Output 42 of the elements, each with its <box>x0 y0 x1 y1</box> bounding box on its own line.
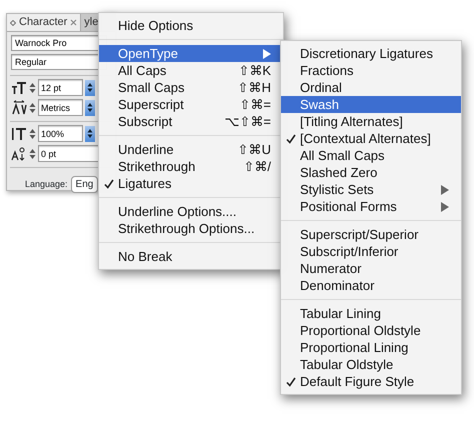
shortcut-text: ⇧⌘= <box>239 96 271 113</box>
shortcut-text: ⇧⌘H <box>238 79 271 96</box>
menu-item[interactable]: Strikethrough Options... <box>99 220 283 237</box>
menu-item[interactable]: Tabular Lining <box>281 305 461 322</box>
menu-item[interactable]: Fractions <box>281 62 461 79</box>
menu-item[interactable]: Subscript ⌥⇧⌘= <box>99 113 283 130</box>
menu-item[interactable]: Discretionary Ligatures <box>281 45 461 62</box>
menu-item[interactable]: Proportional Oldstyle <box>281 322 461 339</box>
menu-item[interactable]: [Titling Alternates] <box>281 113 461 130</box>
spin-field[interactable]: 100% <box>38 125 83 142</box>
shortcut-text: ⇧⌘/ <box>243 158 271 175</box>
menu-item[interactable]: Subscript/Inferior <box>281 243 461 260</box>
menu-item[interactable]: Stylistic Sets <box>281 181 461 198</box>
shortcut-text: ⌥⇧⌘= <box>224 113 271 130</box>
menu-item[interactable]: All Small Caps <box>281 147 461 164</box>
menu-item[interactable]: Superscript ⇧⌘= <box>99 96 283 113</box>
menu-item[interactable]: OpenType <box>99 45 283 62</box>
spin-field[interactable]: Metrics <box>38 99 83 116</box>
shortcut-text: ⇧⌘U <box>238 141 271 158</box>
menu-item[interactable]: [Contextual Alternates] <box>281 130 461 147</box>
menu-item[interactable]: Strikethrough ⇧⌘/ <box>99 158 283 175</box>
menu-item[interactable]: Positional Forms <box>281 198 461 215</box>
spin-field[interactable]: 12 pt <box>38 79 83 96</box>
language-dropdown[interactable]: Eng <box>70 176 98 193</box>
language-label: Language: <box>25 178 68 191</box>
shortcut-text: ⇧⌘K <box>238 62 271 79</box>
spin-field[interactable]: 0 pt <box>38 145 100 162</box>
menu-item[interactable]: Tabular Oldstyle <box>281 356 461 373</box>
menu-item[interactable]: Denominator <box>281 277 461 294</box>
menu-item[interactable]: Default Figure Style <box>281 373 461 390</box>
menu-item[interactable]: Ordinal <box>281 79 461 96</box>
menu-item[interactable]: Small Caps ⇧⌘H <box>99 79 283 96</box>
menu-item[interactable]: Superscript/Superior <box>281 226 461 243</box>
menu-item[interactable]: Numerator <box>281 260 461 277</box>
menu-item[interactable]: Underline Options.... <box>99 203 283 220</box>
menu-item[interactable]: Underline ⇧⌘U <box>99 141 283 158</box>
menu-item[interactable]: Swash <box>281 96 461 113</box>
menu-item[interactable]: Slashed Zero <box>281 164 461 181</box>
menu-item[interactable]: No Break <box>99 248 283 265</box>
menu-item[interactable]: Proportional Lining <box>281 339 461 356</box>
menu-item[interactable]: Ligatures <box>99 175 283 192</box>
panel-tab[interactable]: Character <box>7 14 82 31</box>
